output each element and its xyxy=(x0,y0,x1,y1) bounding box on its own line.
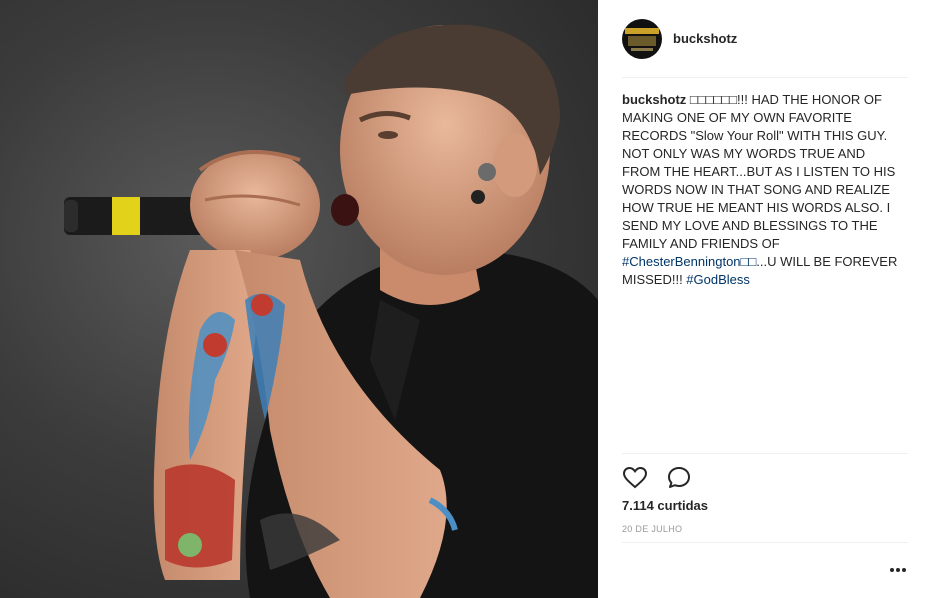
post-caption: buckshotz □□□□□□!!! HAD THE HONOR OF MAK… xyxy=(622,91,904,289)
footer-divider xyxy=(622,542,908,543)
hashtag-chester-bennington[interactable]: #ChesterBennington□□ xyxy=(622,254,756,269)
caption-text-1: !!! HAD THE HONOR OF MAKING ONE OF MY OW… xyxy=(622,92,896,251)
post-details-panel: buckshotz buckshotz □□□□□□!!! HAD THE HO… xyxy=(598,0,933,598)
speech-bubble-icon[interactable] xyxy=(666,465,692,491)
header-divider xyxy=(622,77,908,78)
caption-username[interactable]: buckshotz xyxy=(622,92,686,107)
avatar[interactable] xyxy=(622,19,662,59)
post-date[interactable]: 20 DE JULHO xyxy=(622,524,682,534)
action-bar xyxy=(622,465,706,491)
ellipsis-icon[interactable] xyxy=(888,562,908,578)
singer-photo-illustration xyxy=(64,24,598,598)
post-photo[interactable] xyxy=(0,0,598,598)
caption-emoji: □□□□□□ xyxy=(689,92,738,107)
heart-outline-icon[interactable] xyxy=(622,465,648,491)
post-header: buckshotz xyxy=(598,0,933,78)
actions-divider xyxy=(622,453,908,454)
hashtag-godbless[interactable]: #GodBless xyxy=(686,272,750,287)
likes-count[interactable]: 7.114 curtidas xyxy=(622,498,708,513)
header-username[interactable]: buckshotz xyxy=(673,31,737,46)
